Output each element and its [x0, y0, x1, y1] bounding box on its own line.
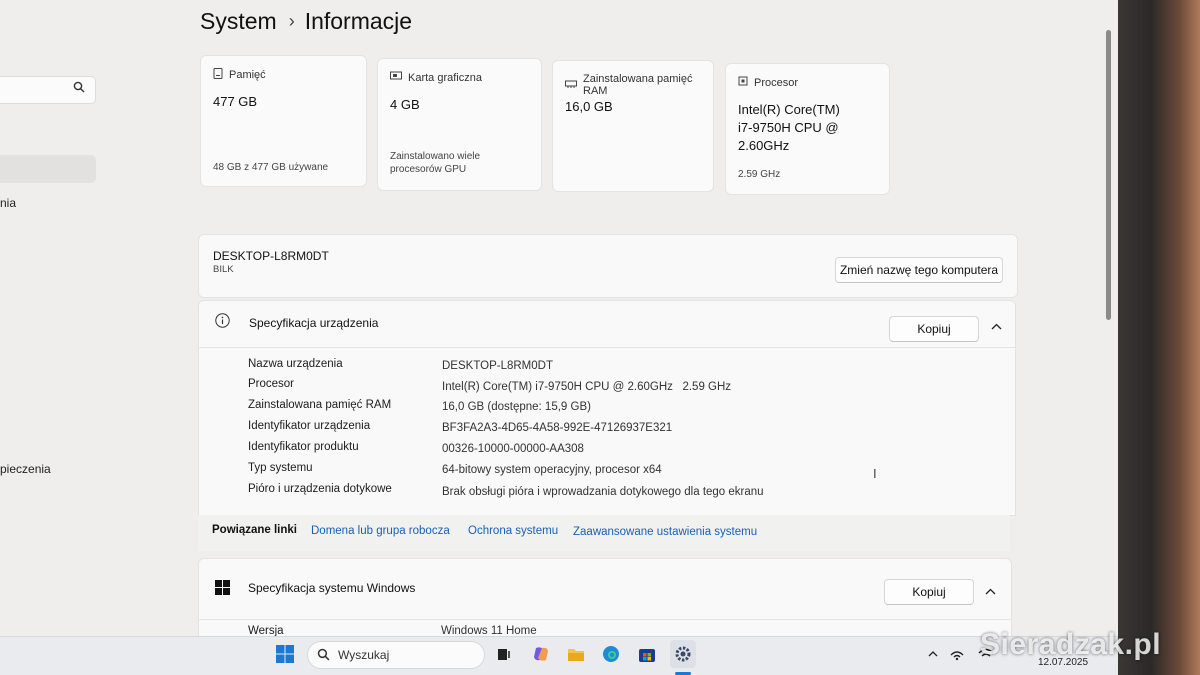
chevron-up-icon[interactable] [922, 643, 944, 665]
sidebar-item[interactable]: pieczenia [0, 462, 51, 476]
taskbar-search-label: Wyszukaj [338, 648, 390, 662]
device-model: BILK [213, 264, 234, 275]
spec-label-system-type: Typ systemu [248, 462, 313, 474]
start-button-icon[interactable] [274, 643, 296, 665]
search-icon [317, 648, 330, 664]
text-cursor-icon: I [873, 466, 877, 481]
ram-icon [565, 79, 577, 91]
network-icon[interactable] [946, 643, 968, 665]
link-domain-workgroup[interactable]: Domena lub grupa robocza [311, 525, 450, 537]
copilot-icon[interactable] [530, 643, 552, 665]
spec-value-system-type: 64-bitowy system operacyjny, procesor x6… [442, 464, 662, 476]
breadcrumb-parent[interactable]: System [200, 8, 277, 34]
storage-value: 477 GB [213, 94, 258, 109]
copy-device-spec-button[interactable]: Kopiuj [889, 316, 979, 342]
windows-logo-icon [215, 580, 230, 600]
microsoft-store-icon[interactable] [636, 643, 658, 665]
gpu-sub-line-2: procesorów GPU [390, 164, 467, 175]
monitor-bezel [1118, 0, 1200, 675]
storage-usage: 48 GB z 477 GB używane [213, 162, 329, 173]
storage-card-title: Pamięć [229, 69, 266, 81]
gpu-card-title: Karta graficzna [408, 71, 482, 84]
gpu-value: 4 GB [390, 97, 420, 112]
storage-icon [213, 68, 223, 82]
spec-value-processor: Intel(R) Core(TM) i7-9750H CPU @ 2.60GHz… [442, 381, 732, 393]
spec-label-device-name: Nazwa urządzenia [248, 358, 343, 370]
page-title: Informacje [304, 8, 413, 34]
taskbar: Wyszukaj 12.07.2025 [0, 636, 1118, 675]
settings-window: nia pieczenia System › Informacje Pamięć 4… [0, 0, 1118, 675]
task-view-icon[interactable] [493, 643, 515, 665]
sidebar-item-selected[interactable] [0, 155, 96, 183]
cpu-value-line-2: i7-9750H CPU @ [738, 120, 839, 135]
spec-label-product-id: Identyfikator produktu [248, 441, 359, 453]
gpu-icon [390, 71, 402, 84]
spec-value-device-name: DESKTOP-L8RM0DT [442, 360, 553, 372]
related-links-title: Powiązane linki [212, 524, 297, 536]
spec-value-ram: 16,0 GB (dostępne: 15,9 GB) [442, 401, 591, 413]
search-icon [73, 81, 85, 96]
info-icon [215, 313, 230, 333]
link-system-protection[interactable]: Ochrona systemu [468, 525, 558, 537]
link-advanced-system-settings[interactable]: Zaawansowane ustawienia systemu [573, 526, 757, 538]
spec-value-product-id: 00326-10000-00000-AA308 [442, 443, 584, 455]
watermark: Sieradzak.pl [980, 628, 1162, 661]
sidebar-search-input[interactable] [0, 76, 96, 104]
sidebar-item[interactable]: nia [0, 196, 16, 210]
spec-label-device-id: Identyfikator urządzenia [248, 420, 371, 432]
breadcrumb: System › Informacje [200, 8, 412, 35]
cpu-speed: 2.59 GHz [738, 169, 781, 180]
storage-card[interactable]: Pamięć 477 GB 48 GB z 477 GB używane [200, 55, 367, 187]
ram-card-title: Zainstalowana pamięć RAM [583, 73, 693, 97]
gpu-sub-line-1: Zainstalowano wiele [390, 151, 481, 162]
spec-label-processor: Procesor [248, 378, 295, 390]
cpu-value-line-1: Intel(R) Core(TM) [738, 102, 840, 117]
ram-card[interactable]: Zainstalowana pamięć RAM 16,0 GB [552, 60, 714, 192]
windows-spec-title: Specyfikacja systemu Windows [248, 581, 416, 595]
chevron-up-icon[interactable] [985, 586, 996, 598]
scrollbar[interactable] [1106, 30, 1111, 320]
file-explorer-icon[interactable] [565, 643, 587, 665]
chevron-up-icon[interactable] [991, 321, 1002, 333]
spec-label-pen-touch: Pióro i urządzenia dotykowe [248, 483, 392, 495]
spec-label-ram: Zainstalowana pamięć RAM [248, 399, 392, 411]
copy-windows-spec-button[interactable]: Kopiuj [884, 579, 974, 605]
device-name-panel: DESKTOP-L8RM0DT BILK Zmień nazwę tego ko… [198, 234, 1018, 298]
ram-value: 16,0 GB [565, 99, 613, 114]
chevron-right-icon: › [288, 11, 295, 31]
related-links-bar: Powiązane linki Domena lub grupa robocza… [198, 515, 1010, 551]
edge-browser-icon[interactable] [600, 643, 622, 665]
device-spec-title: Specyfikacja urządzenia [249, 316, 379, 330]
cpu-card-title: Procesor [754, 76, 799, 89]
spec-value-device-id: BF3FA2A3-4D65-4A58-992E-47126937E321 [442, 422, 673, 434]
settings-app-icon[interactable] [670, 640, 696, 668]
device-name: DESKTOP-L8RM0DT [213, 249, 329, 263]
cpu-card[interactable]: Procesor Intel(R) Core(TM) i7-9750H CPU … [725, 63, 890, 195]
rename-pc-button[interactable]: Zmień nazwę tego komputera [835, 257, 1003, 283]
taskbar-search-input[interactable]: Wyszukaj [307, 641, 485, 669]
spec-value-pen-touch: Brak obsługi pióra i wprowadzania dotyko… [442, 486, 764, 498]
cpu-icon [738, 76, 748, 89]
cpu-value-line-3: 2.60GHz [738, 138, 790, 153]
gpu-card[interactable]: Karta graficzna 4 GB Zainstalowano wiele… [377, 58, 542, 191]
